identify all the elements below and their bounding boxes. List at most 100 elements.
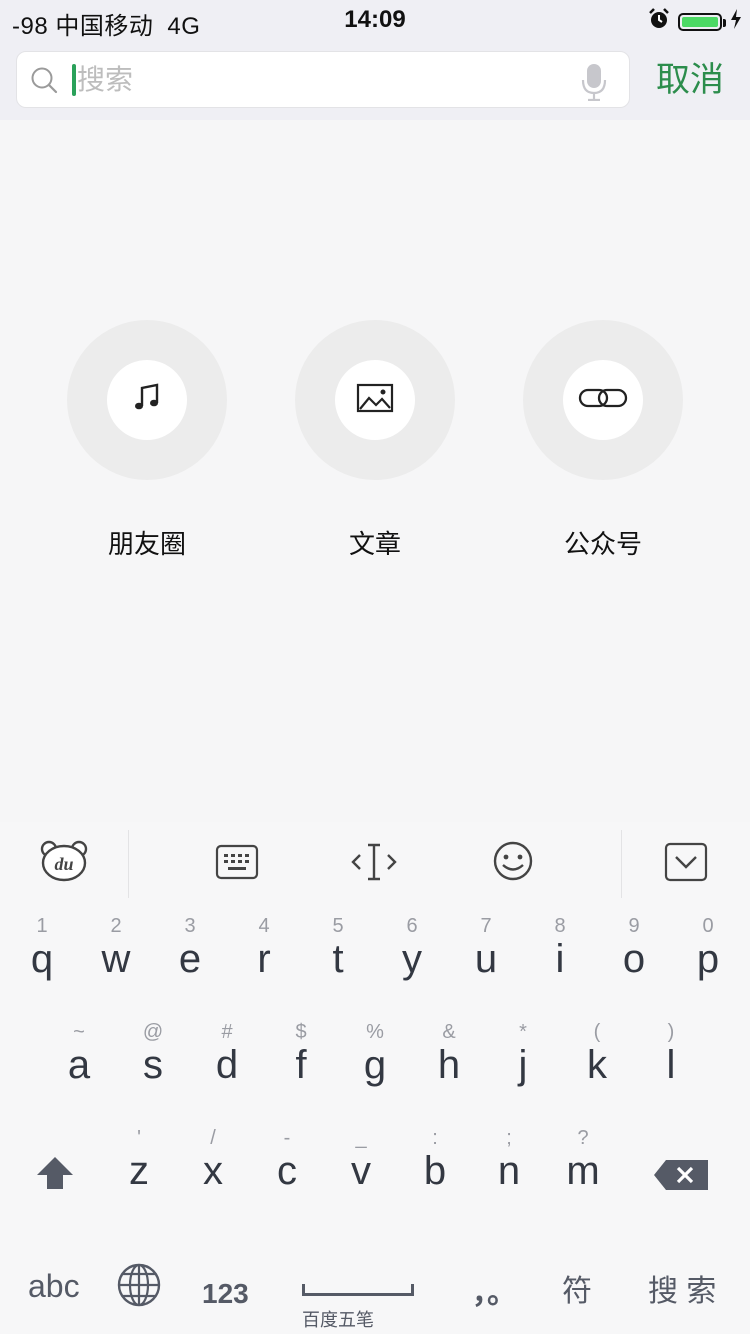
key-c[interactable]: -c	[250, 1127, 324, 1193]
search-key[interactable]: 搜 索	[648, 1266, 716, 1310]
key-e[interactable]: 3e	[153, 915, 227, 981]
key-char: r	[257, 937, 271, 981]
key-hint: 4	[258, 915, 270, 937]
key-hint: ~	[73, 1021, 85, 1043]
symbols-key[interactable]: 符	[562, 1266, 592, 1310]
shift-key[interactable]	[36, 1156, 74, 1195]
microphone-icon[interactable]	[581, 63, 607, 106]
toolbar-divider	[621, 830, 622, 898]
image-icon	[356, 383, 394, 418]
key-hint: /	[210, 1127, 216, 1149]
number-key[interactable]: 123	[202, 1278, 249, 1310]
key-w[interactable]: 2w	[79, 915, 153, 981]
key-x[interactable]: / x	[176, 1127, 250, 1193]
category-label: 文章	[348, 529, 401, 559]
key-char: p	[696, 937, 720, 981]
key-hint: (	[593, 1021, 601, 1043]
space-key[interactable]	[302, 1284, 414, 1296]
key-l[interactable]: ) l	[634, 1021, 708, 1087]
keyboard-toolbar: du	[0, 822, 750, 902]
key-hint: ;	[506, 1127, 512, 1149]
category-articles[interactable]: 文章	[295, 320, 455, 561]
key-o[interactable]: 9o	[597, 915, 671, 981]
key-hint: 9	[628, 915, 640, 937]
key-v[interactable]: _ v	[324, 1127, 398, 1193]
key-hint: '	[137, 1127, 141, 1149]
baidu-logo-icon[interactable]: du	[40, 840, 88, 887]
status-time: 14:09	[344, 6, 406, 33]
category-official-accounts[interactable]: 公众号	[523, 320, 683, 561]
key-t[interactable]: 5t	[301, 915, 375, 981]
abc-key[interactable]: abc	[28, 1268, 80, 1305]
link-icon	[578, 387, 628, 414]
key-d[interactable]: # d	[190, 1021, 264, 1087]
key-char: w	[101, 937, 131, 981]
keyboard-icon[interactable]	[215, 844, 259, 885]
category-ring	[67, 320, 227, 480]
key-j[interactable]: * j	[486, 1021, 560, 1087]
key-char: c	[277, 1149, 297, 1193]
emoji-icon[interactable]	[492, 840, 534, 887]
cancel-button[interactable]: 取消	[656, 60, 724, 100]
search-placeholder: 搜索	[77, 64, 134, 95]
key-char: h	[437, 1043, 461, 1087]
key-char: o	[622, 937, 646, 981]
key-k[interactable]: (k	[560, 1021, 634, 1087]
key-char: b	[423, 1149, 447, 1193]
key-r[interactable]: 4r	[227, 915, 301, 981]
search-input[interactable]: 搜索	[16, 51, 630, 108]
status-bar: -98 中国移动 4G 14:09	[0, 0, 750, 40]
key-n[interactable]: ; n	[472, 1127, 546, 1193]
key-char: s	[143, 1043, 163, 1087]
key-m[interactable]: ? m	[546, 1127, 620, 1193]
key-hint: 6	[406, 915, 418, 937]
key-char: i	[555, 937, 565, 981]
key-g[interactable]: % g	[338, 1021, 412, 1087]
battery-icon	[678, 12, 726, 31]
globe-key[interactable]	[116, 1262, 162, 1316]
key-h[interactable]: & h	[412, 1021, 486, 1087]
punctuation-key[interactable]: ，。	[472, 1268, 517, 1312]
key-hint: 3	[184, 915, 196, 937]
key-hint: 5	[332, 915, 344, 937]
key-hint: ?	[577, 1127, 589, 1149]
key-p[interactable]: 0p	[671, 915, 745, 981]
key-hint: 0	[702, 915, 714, 937]
key-y[interactable]: 6y	[375, 915, 449, 981]
key-i[interactable]: 8i	[523, 915, 597, 981]
key-hint: $	[295, 1021, 307, 1043]
backspace-key[interactable]	[654, 1160, 708, 1195]
key-b[interactable]: :b	[398, 1127, 472, 1193]
key-q[interactable]: 1q	[5, 915, 79, 981]
key-z[interactable]: ' z	[102, 1127, 176, 1193]
key-hint: @	[142, 1021, 164, 1043]
category-label: 公众号	[563, 529, 642, 559]
toolbar-divider	[128, 830, 129, 898]
key-hint: :	[432, 1127, 438, 1149]
key-s[interactable]: @ s	[116, 1021, 190, 1087]
key-char: z	[129, 1149, 149, 1193]
key-char: q	[30, 937, 54, 981]
key-char: n	[497, 1149, 521, 1193]
key-hint: #	[221, 1021, 233, 1043]
key-char: l	[666, 1043, 676, 1087]
key-char: x	[203, 1149, 223, 1193]
category-ring	[523, 320, 683, 480]
key-char: a	[67, 1043, 91, 1087]
category-moments[interactable]: 朋友圈	[67, 320, 227, 561]
collapse-keyboard-icon[interactable]	[664, 842, 708, 887]
key-u[interactable]: 7u	[449, 915, 523, 981]
key-hint: 7	[480, 915, 492, 937]
key-char: d	[215, 1043, 239, 1087]
key-a[interactable]: ~ a	[42, 1021, 116, 1087]
key-hint: *	[519, 1021, 527, 1043]
key-hint: 1	[36, 915, 48, 937]
key-char: u	[474, 937, 498, 981]
cursor-move-icon[interactable]	[350, 842, 398, 887]
key-char: f	[295, 1043, 307, 1087]
key-f[interactable]: $ f	[264, 1021, 338, 1087]
key-hint: _	[355, 1127, 367, 1149]
category-label: 朋友圈	[107, 529, 186, 559]
category-ring	[295, 320, 455, 480]
key-hint: 8	[554, 915, 566, 937]
